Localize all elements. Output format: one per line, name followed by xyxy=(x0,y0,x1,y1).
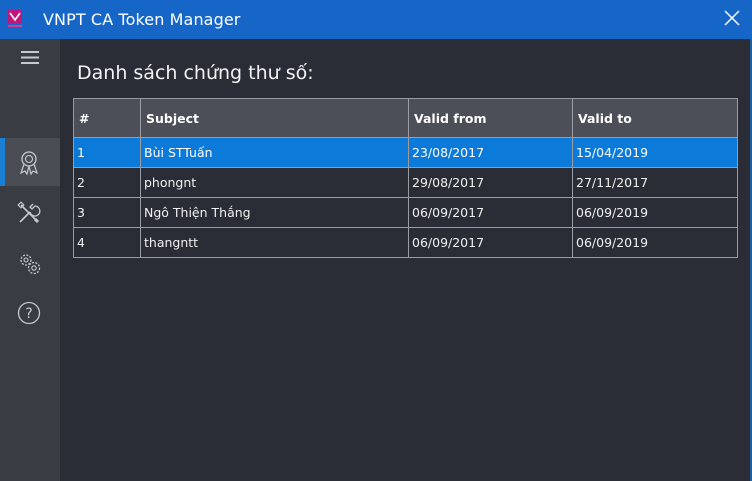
certificate-icon xyxy=(19,151,39,176)
page-title: Danh sách chứng thư số: xyxy=(77,62,314,84)
hamburger-menu-icon xyxy=(21,51,39,64)
vnpt-logo-icon xyxy=(8,10,22,28)
table-row[interactable]: 2 phongnt 29/08/2017 27/11/2017 xyxy=(73,167,738,198)
title-bar: VNPT CA Token Manager xyxy=(0,0,752,39)
help-icon: ? xyxy=(17,301,41,325)
sidebar-item-settings[interactable] xyxy=(0,239,60,287)
table-row[interactable]: 1 Bùi STTuấn 23/08/2017 15/04/2019 xyxy=(73,137,738,168)
cell-valid-to: 15/04/2019 xyxy=(572,137,738,168)
active-indicator xyxy=(0,138,5,186)
sidebar: ? xyxy=(0,39,60,481)
cell-valid-to: 06/09/2019 xyxy=(572,227,738,258)
table-header-row: # Subject Valid from Valid to xyxy=(73,98,738,138)
cell-subject: Bùi STTuấn xyxy=(140,137,409,168)
cell-subject: Ngô Thiện Thắng xyxy=(140,197,409,228)
menu-button[interactable] xyxy=(0,39,60,77)
cell-valid-from: 06/09/2017 xyxy=(408,227,573,258)
cell-index: 1 xyxy=(73,137,141,168)
settings-gears-icon xyxy=(20,254,41,275)
column-header-index[interactable]: # xyxy=(73,98,141,138)
close-icon xyxy=(724,10,740,26)
tools-icon xyxy=(17,201,41,224)
sidebar-item-certificates[interactable] xyxy=(0,138,60,186)
close-button[interactable] xyxy=(718,6,746,32)
column-header-subject[interactable]: Subject xyxy=(140,98,409,138)
cell-index: 3 xyxy=(73,197,141,228)
cell-valid-to: 27/11/2017 xyxy=(572,167,738,198)
cell-valid-from: 23/08/2017 xyxy=(408,137,573,168)
column-header-valid-to[interactable]: Valid to xyxy=(572,98,738,138)
cell-valid-to: 06/09/2019 xyxy=(572,197,738,228)
cell-subject: phongnt xyxy=(140,167,409,198)
table-row[interactable]: 4 thangntt 06/09/2017 06/09/2019 xyxy=(73,227,738,258)
window-title: VNPT CA Token Manager xyxy=(43,10,241,29)
certificates-table: # Subject Valid from Valid to 1 Bùi STTu… xyxy=(73,98,738,258)
cell-subject: thangntt xyxy=(140,227,409,258)
main-content: Danh sách chứng thư số: # Subject Valid … xyxy=(60,39,752,481)
cell-valid-from: 06/09/2017 xyxy=(408,197,573,228)
svg-text:?: ? xyxy=(25,306,32,322)
sidebar-item-tools[interactable] xyxy=(0,189,60,237)
cell-index: 4 xyxy=(73,227,141,258)
cell-index: 2 xyxy=(73,167,141,198)
column-header-valid-from[interactable]: Valid from xyxy=(408,98,573,138)
table-row[interactable]: 3 Ngô Thiện Thắng 06/09/2017 06/09/2019 xyxy=(73,197,738,228)
sidebar-item-help[interactable]: ? xyxy=(0,289,60,337)
cell-valid-from: 29/08/2017 xyxy=(408,167,573,198)
